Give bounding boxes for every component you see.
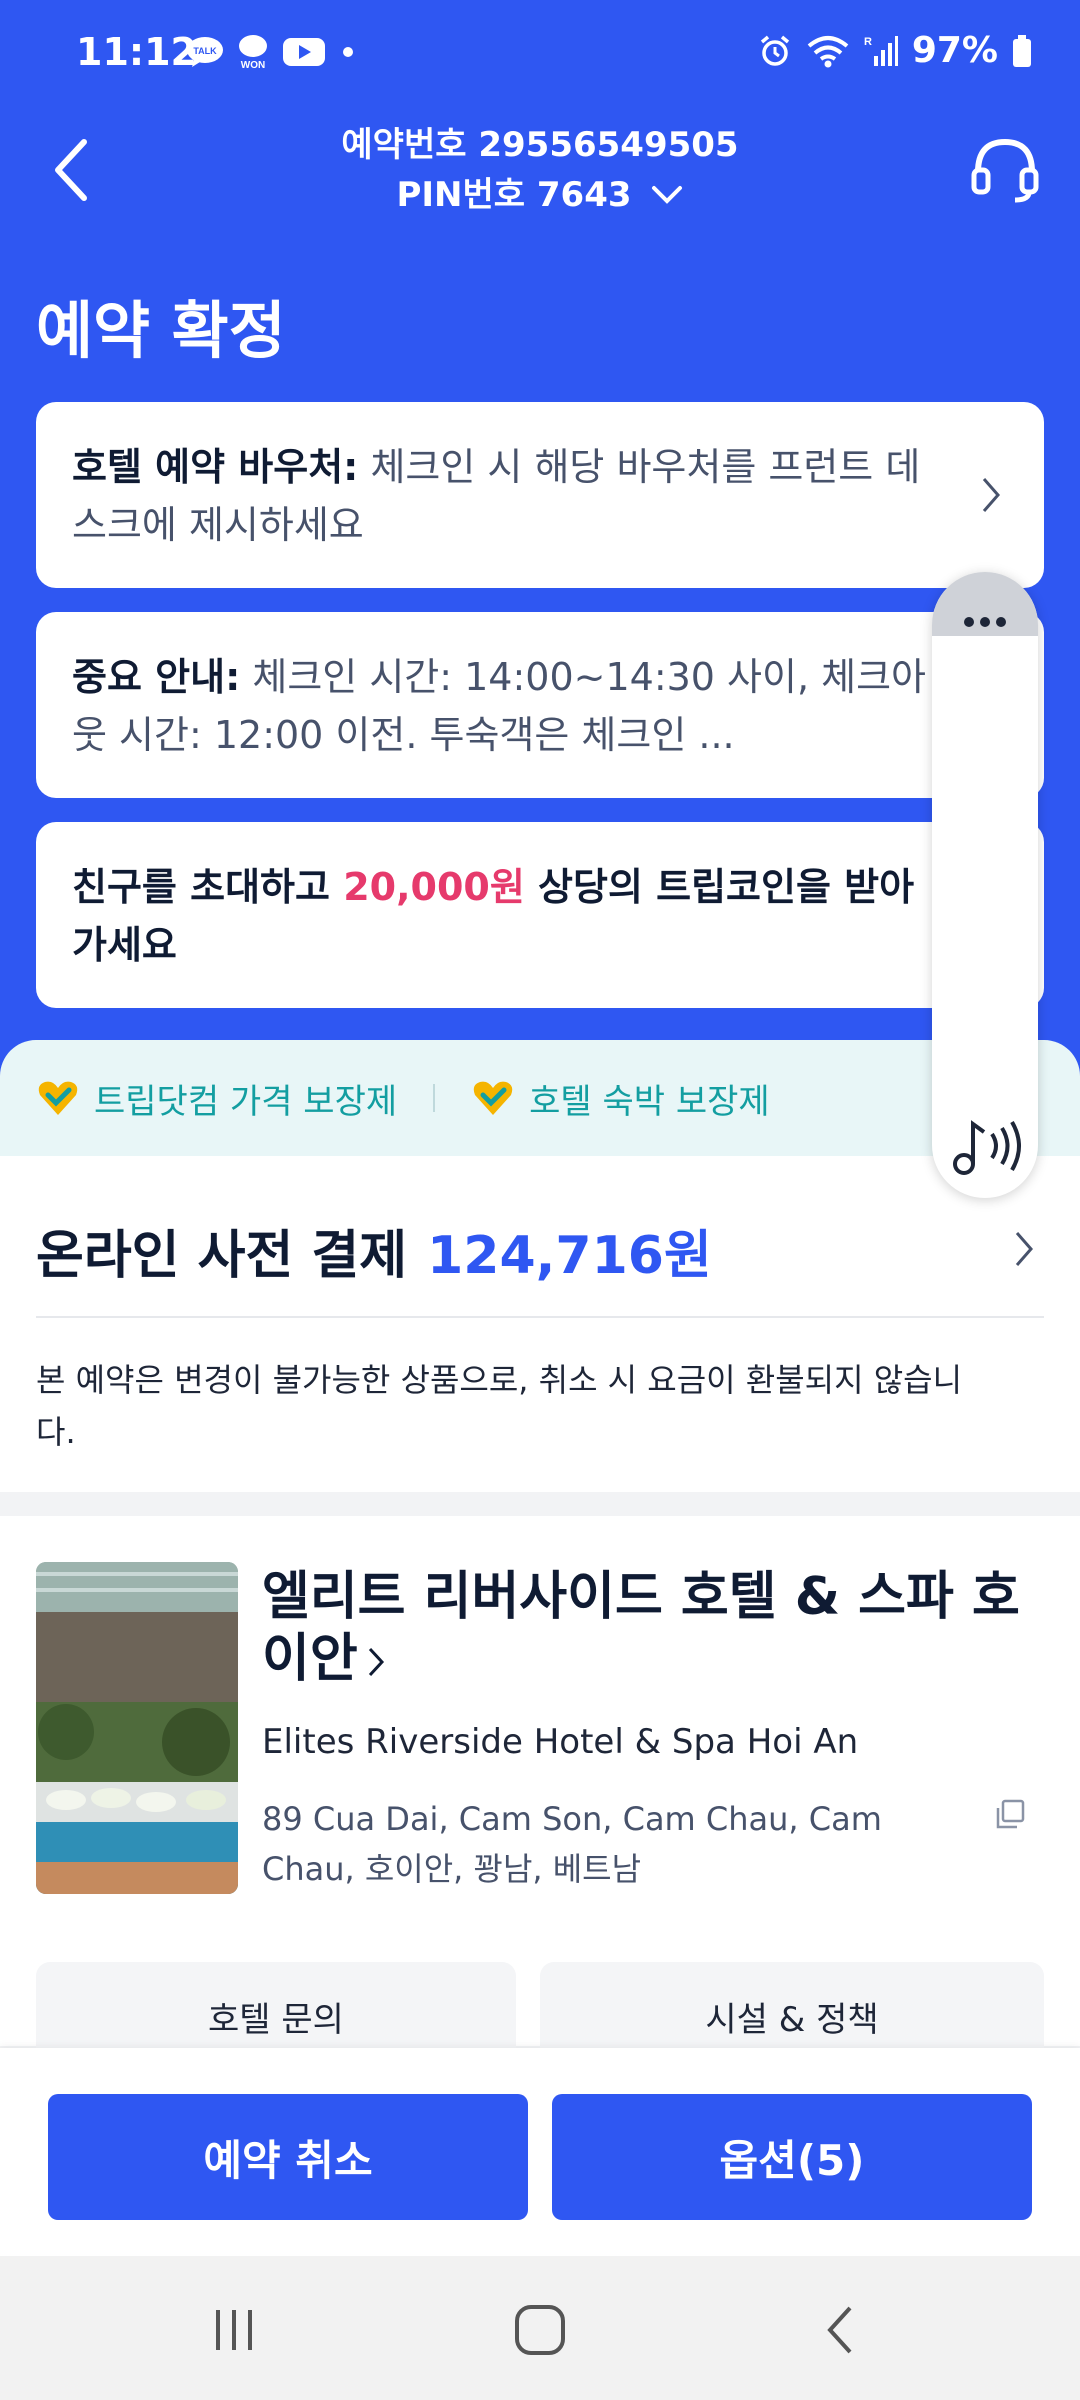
svg-text:WON: WON [241,60,265,70]
recent-apps-icon[interactable] [194,2300,274,2360]
payment-amount: 124,716원 [427,1225,712,1286]
heart-check-icon [38,1081,78,1115]
payment-section: 온라인 사전 결제 124,716원 본 예약은 변경이 불가능한 상품으로, … [0,1156,1080,1492]
invite-text-pre: 친구를 초대하고 [72,865,344,909]
notice-card-title: 중요 안내: [72,655,241,699]
more-icon[interactable] [932,602,1038,642]
hotel-name-link[interactable]: 엘리트 리버사이드 호텔 & 스파 호이안 [262,1566,1022,1690]
status-app-icons: TALK WON [186,34,360,70]
hotel-name-english: Elites Riverside Hotel & Spa Hoi An [262,1722,859,1762]
signal-icon: R [864,35,898,66]
pin-toggle[interactable]: PIN번호 7643 [200,170,880,220]
alarm-icon [760,35,789,66]
price-guarantee-label: 트립닷컴 가격 보장제 [94,1081,398,1122]
back-button[interactable] [44,130,104,210]
floating-audio-widget[interactable] [932,572,1038,1198]
chevron-right-icon [1015,1232,1033,1266]
status-indicators: R 97% [758,30,1032,71]
chevron-right-icon [368,1647,384,1677]
hotel-address: 89 Cua Dai, Cam Son, Cam Chau, Cam Chau,… [262,1800,882,1888]
voucher-card[interactable]: 호텔 예약 바우처: 체크인 시 해당 바우처를 프런트 데스크에 제시하세요 [36,402,1044,588]
divider [36,1316,1044,1318]
invite-friends-card[interactable]: 친구를 초대하고 20,000원 상당의 트립코인을 받아가세요 [36,822,1044,1008]
music-note-icon[interactable] [950,1114,1022,1178]
wifi-icon [807,35,849,67]
payment-summary[interactable]: 온라인 사전 결제 124,716원 [36,1210,1044,1290]
page-title: 예약 확정 [36,294,286,367]
won-icon: WON [239,35,267,70]
guarantee-strip: 트립닷컴 가격 보장제 호텔 숙박 보장제 [0,1040,1080,1156]
divider [433,1084,436,1112]
youtube-icon [283,38,325,66]
invite-reward-amount: 20,000원 [343,865,525,909]
stay-guarantee[interactable]: 호텔 숙박 보장제 [471,1074,770,1123]
battery-percent: 97% [911,30,998,71]
voucher-card-title: 호텔 예약 바우처: [72,445,359,489]
booking-info: 예약번호 29556549505 PIN번호 7643 [200,120,880,220]
status-bar: 11:12 TALK WON R 97% [0,0,1080,110]
copy-icon[interactable] [994,1798,1026,1830]
system-nav-bar [0,2256,1080,2400]
stay-guarantee-label: 호텔 숙박 보장제 [529,1081,770,1122]
hotel-photo-image [36,1562,238,1894]
chevron-down-icon [651,186,682,204]
pin-number: PIN번호 7643 [396,175,632,215]
svg-text:TALK: TALK [193,46,217,56]
payment-label: 온라인 사전 결제 [36,1225,408,1286]
important-notice-card[interactable]: 중요 안내: 체크인 시간: 14:00~14:30 사이, 체크아웃 시간: … [36,612,1044,798]
chevron-right-icon [982,478,1000,512]
back-nav-icon[interactable] [800,2300,880,2360]
bottom-action-bar: 예약 취소 옵션(5) [0,2048,1080,2256]
booking-number: 예약번호 29556549505 [341,125,739,165]
customer-support-button[interactable] [970,130,1040,210]
headset-icon [971,138,1039,203]
back-arrow-icon [55,139,87,201]
cancel-booking-button[interactable]: 예약 취소 [48,2094,528,2220]
heart-check-icon [473,1081,513,1115]
price-guarantee[interactable]: 트립닷컴 가격 보장제 [36,1074,397,1123]
options-button[interactable]: 옵션(5) [552,2094,1032,2220]
svg-text:R: R [864,36,872,48]
status-time: 11:12 [76,30,197,74]
battery-icon [1013,34,1031,67]
home-icon[interactable] [500,2300,580,2360]
refund-policy-note: 본 예약은 변경이 불가능한 상품으로, 취소 시 요금이 환불되지 않습니다. [36,1361,963,1451]
talk-icon: TALK [187,37,223,67]
hotel-photo[interactable] [36,1562,238,1894]
dot-icon [343,47,353,57]
